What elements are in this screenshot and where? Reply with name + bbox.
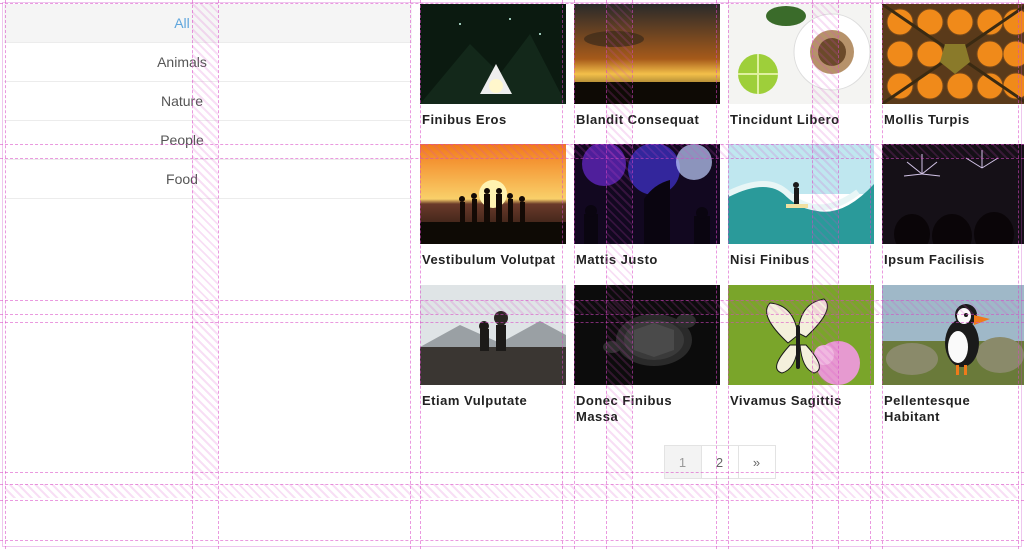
gallery-card[interactable]: Finibus Eros [420,4,566,132]
next-page-button[interactable]: » [738,445,776,479]
card-title: Etiam Vulputate [420,385,566,413]
card-title: Pellentesque Habitant [882,385,1024,430]
pagination: 1 2 » [420,445,1020,479]
gallery-card[interactable]: Nisi Finibus [728,144,874,272]
filter-label: Nature [161,93,243,109]
gallery-card[interactable]: Mollis Turpis [882,4,1024,132]
filter-label: Animals [157,54,247,70]
card-title: Vestibulum Volutpat [420,244,566,272]
gallery-card[interactable]: Blandit Consequat [574,4,720,132]
couple-mountain-icon [420,285,566,385]
card-title: Vivamus Sagittis [728,385,874,413]
gallery-card[interactable]: Vivamus Sagittis [728,285,874,430]
gallery-main: Finibus Eros Blandit Consequat Tincidunt… [412,4,1024,479]
oranges-icon [882,4,1024,104]
turtle-icon [574,285,720,385]
coffee-lime-icon [728,4,874,104]
card-title: Donec Finibus Massa [574,385,720,430]
filter-item-food[interactable]: Food [4,160,412,199]
card-title: Ipsum Facilisis [882,244,1024,272]
surf-wave-icon [728,144,874,244]
filter-label: All [174,15,230,31]
card-title: Mattis Justo [574,244,720,272]
gallery-card[interactable]: Ipsum Facilisis [882,144,1024,272]
page-root: All Animals Nature People Food Fi [0,0,1024,483]
filter-item-all[interactable]: All [4,4,412,43]
filter-item-nature[interactable]: Nature [4,82,412,121]
page-2-button[interactable]: 2 [701,445,739,479]
filter-item-animals[interactable]: Animals [4,43,412,82]
family-sunset-icon [420,144,566,244]
gallery-card[interactable]: Tincidunt Libero [728,4,874,132]
card-title: Blandit Consequat [574,104,720,132]
gallery-card[interactable]: Etiam Vulputate [420,285,566,430]
fireworks-crowd-icon [882,144,1024,244]
butterfly-icon [728,285,874,385]
concert-icon [574,144,720,244]
gallery-card[interactable]: Mattis Justo [574,144,720,272]
filter-sidebar: All Animals Nature People Food [4,4,412,479]
gallery-card[interactable]: Vestibulum Volutpat [420,144,566,272]
filter-item-people[interactable]: People [4,121,412,160]
card-title: Tincidunt Libero [728,104,874,132]
night-camp-icon [420,4,566,104]
card-title: Nisi Finibus [728,244,874,272]
puffin-icon [882,285,1024,385]
gallery-card[interactable]: Donec Finibus Massa [574,285,720,430]
filter-label: People [160,132,244,148]
gallery-grid: Finibus Eros Blandit Consequat Tincidunt… [420,4,1024,429]
filter-label: Food [166,171,238,187]
card-title: Mollis Turpis [882,104,1024,132]
filter-list: All Animals Nature People Food [4,4,412,199]
card-title: Finibus Eros [420,104,566,132]
gallery-card[interactable]: Pellentesque Habitant [882,285,1024,430]
sunset-clouds-icon [574,4,720,104]
page-1-button[interactable]: 1 [664,445,702,479]
